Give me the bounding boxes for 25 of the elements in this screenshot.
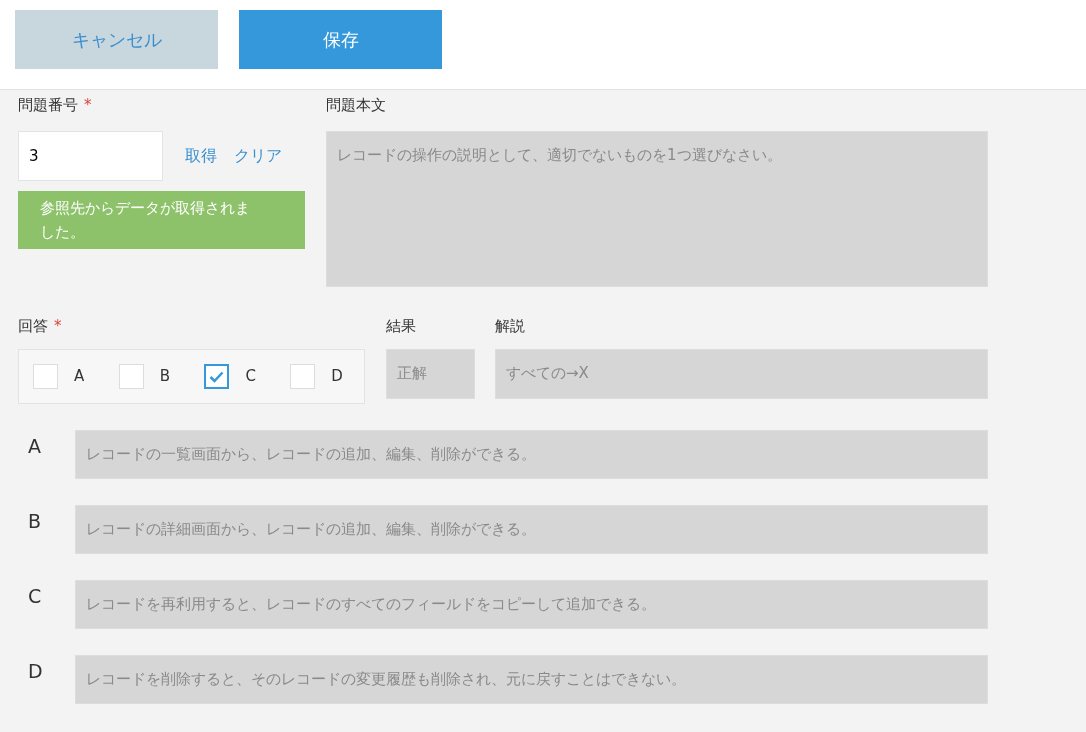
choice-letter: B bbox=[27, 509, 43, 534]
option-label: A bbox=[74, 366, 85, 388]
check-icon bbox=[209, 370, 225, 383]
choice-letter: D bbox=[27, 659, 44, 684]
choice-letter: A bbox=[27, 434, 42, 459]
field-label: 回答 bbox=[18, 316, 48, 337]
field-label: 結果 bbox=[386, 316, 416, 337]
success-message: 参照先からデータが取得されました。 bbox=[18, 191, 305, 249]
save-button[interactable]: 保存 bbox=[239, 10, 442, 69]
required-asterisk: * bbox=[54, 316, 62, 337]
action-link[interactable]: クリア bbox=[234, 144, 282, 168]
option-label: D bbox=[331, 366, 343, 388]
explanation-field: すべての→X bbox=[495, 349, 988, 399]
choice-letter: C bbox=[27, 584, 43, 609]
field-label: 解説 bbox=[495, 316, 525, 337]
number-input[interactable]: 3 bbox=[18, 131, 163, 181]
required-asterisk: * bbox=[84, 95, 92, 116]
result-field: 正解 bbox=[386, 349, 475, 399]
action-link[interactable]: 取得 bbox=[185, 144, 217, 168]
option-label: B bbox=[159, 366, 171, 388]
cancel-button[interactable]: キャンセル bbox=[15, 10, 218, 69]
field-label: 問題番号 bbox=[18, 95, 78, 116]
option-label: C bbox=[245, 366, 256, 388]
checkbox[interactable] bbox=[204, 364, 230, 389]
field-label: 問題本文 bbox=[326, 95, 386, 116]
